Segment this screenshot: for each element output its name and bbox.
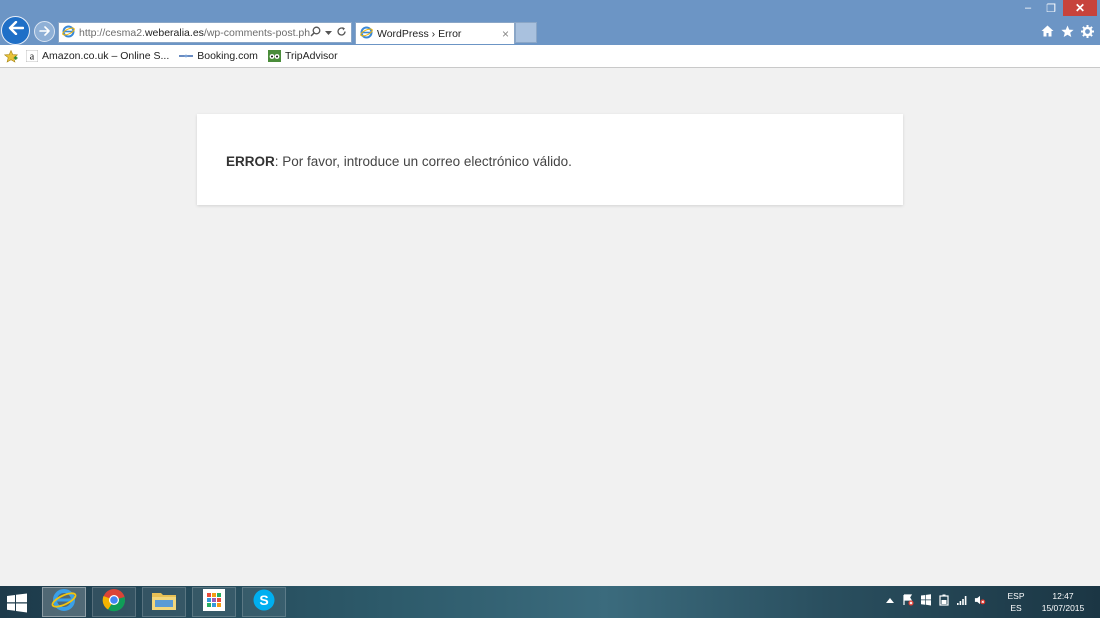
internet-explorer-icon — [62, 25, 75, 41]
volume-muted-icon[interactable] — [974, 594, 986, 606]
back-arrow-icon — [8, 20, 24, 40]
add-to-favorites-star-icon[interactable] — [4, 49, 18, 63]
file-explorer-icon — [151, 589, 177, 616]
favorite-label: TripAdvisor — [284, 50, 338, 62]
system-tray — [884, 594, 986, 606]
clock-time: 12:47 — [1052, 591, 1074, 601]
close-window-button[interactable]: ✕ — [1063, 0, 1097, 16]
address-url[interactable]: http://cesma2.weberalia.es/wp-comments-p… — [79, 27, 310, 39]
battery-icon[interactable] — [938, 594, 950, 606]
favorites-star-icon[interactable] — [1060, 24, 1074, 38]
new-tab-button[interactable] — [515, 22, 537, 43]
chrome-icon — [102, 588, 126, 617]
booking-icon — [179, 52, 194, 60]
store-icon — [203, 588, 225, 616]
skype-icon: S — [252, 588, 276, 617]
settings-gear-icon[interactable] — [1080, 24, 1094, 38]
favorite-label: Booking.com — [197, 50, 258, 62]
forward-arrow-icon — [38, 23, 51, 41]
windows-taskbar: S ESP ES 12:47 15/07/2015 — [0, 586, 1100, 618]
favorite-tripadvisor[interactable]: TripAdvisor — [267, 50, 338, 62]
restore-button[interactable]: ❐ — [1040, 0, 1062, 16]
show-hidden-icons-chevron-icon[interactable] — [884, 594, 896, 606]
taskbar-chrome[interactable] — [92, 587, 136, 617]
amazon-icon: a — [26, 50, 38, 62]
input-language-indicator[interactable]: ESP ES — [1005, 590, 1027, 614]
start-button[interactable] — [6, 593, 30, 613]
error-message: ERROR: Por favor, introduce un correo el… — [226, 154, 572, 169]
dropdown-chevron-icon[interactable] — [325, 27, 332, 39]
favorite-label: Amazon.co.uk – Online S... — [42, 50, 170, 62]
favorite-amazon[interactable]: a Amazon.co.uk – Online S... — [26, 50, 169, 62]
internet-explorer-icon — [51, 587, 77, 618]
tab-title: WordPress › Error — [377, 27, 462, 40]
network-signal-icon[interactable] — [956, 594, 968, 606]
internet-explorer-icon — [360, 26, 373, 42]
svg-text:a: a — [30, 52, 35, 63]
tripadvisor-icon — [267, 50, 281, 62]
favorite-booking[interactable]: Booking.com — [179, 50, 258, 62]
error-label: ERROR — [226, 154, 275, 169]
browser-titlebar: http://cesma2.weberalia.es/wp-comments-p… — [0, 0, 1100, 45]
tab-wordpress-error[interactable]: WordPress › Error × — [355, 22, 515, 44]
taskbar-store[interactable] — [192, 587, 236, 617]
address-bar[interactable]: http://cesma2.weberalia.es/wp-comments-p… — [58, 22, 352, 43]
error-message-box: ERROR: Por favor, introduce un correo el… — [197, 114, 903, 205]
tab-close-icon[interactable]: × — [502, 27, 509, 41]
system-clock[interactable]: 12:47 15/07/2015 — [1036, 590, 1090, 614]
windows-update-icon[interactable] — [920, 594, 932, 606]
forward-button[interactable] — [34, 21, 55, 42]
search-icon[interactable] — [310, 26, 321, 40]
taskbar-file-explorer[interactable] — [142, 587, 186, 617]
refresh-icon[interactable] — [336, 26, 347, 40]
favorites-bar: a Amazon.co.uk – Online S... Booking.com… — [0, 45, 1100, 68]
taskbar-internet-explorer[interactable] — [42, 587, 86, 617]
taskbar-skype[interactable]: S — [242, 587, 286, 617]
svg-text:S: S — [259, 592, 268, 608]
home-icon[interactable] — [1040, 24, 1054, 38]
windows-logo-icon — [7, 593, 27, 613]
action-center-flag-icon[interactable] — [902, 594, 914, 606]
error-text: : Por favor, introduce un correo electró… — [274, 154, 572, 169]
clock-date: 15/07/2015 — [1041, 603, 1085, 613]
back-button[interactable] — [1, 16, 30, 45]
minimize-button[interactable]: – — [1017, 0, 1039, 16]
